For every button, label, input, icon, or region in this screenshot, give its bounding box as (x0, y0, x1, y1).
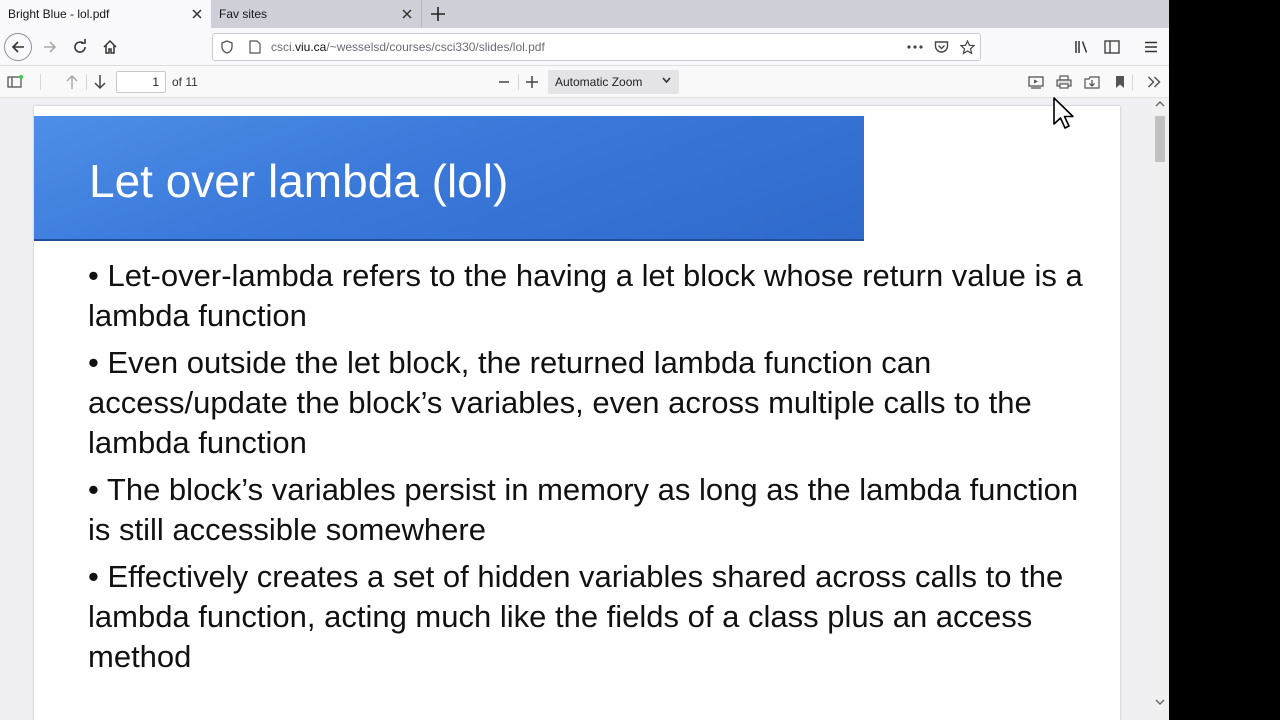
forward-button[interactable] (36, 33, 64, 61)
home-icon (103, 39, 117, 54)
url-text[interactable]: csci.viu.ca/~wesselsd/courses/csci330/sl… (269, 40, 902, 54)
arrow-left-icon (11, 41, 24, 53)
vertical-scrollbar[interactable] (1151, 98, 1169, 720)
slide-bullets: • Let-over-lambda refers to the having a… (88, 256, 1098, 684)
pocket-icon[interactable] (928, 40, 954, 54)
pdf-page: Let over lambda (lol) • Let-over-lambda … (34, 106, 1120, 720)
zoom-in-button[interactable] (518, 68, 546, 96)
bullet-item: • Let-over-lambda refers to the having a… (88, 258, 1083, 333)
bullet-item: • Even outside the let block, the return… (88, 345, 1032, 460)
arrow-right-icon (44, 41, 57, 53)
page-number-input[interactable]: 1 (116, 71, 166, 93)
pdf-toolbar: 1 of 11 Automatic Zoom (0, 66, 1169, 98)
home-button[interactable] (96, 33, 124, 61)
bookmark-button[interactable] (1106, 68, 1134, 96)
sidebar-button[interactable] (1098, 33, 1126, 61)
zoom-select[interactable]: Automatic Zoom (548, 70, 679, 94)
tab-title: Bright Blue - lol.pdf (8, 7, 110, 21)
sidebar-toggle-icon (7, 75, 23, 88)
sidebar-icon (1104, 40, 1120, 54)
url-host: viu.ca (295, 40, 327, 54)
hamburger-icon (1145, 41, 1157, 53)
arrow-down-icon (94, 75, 106, 90)
more-icon[interactable] (902, 45, 928, 49)
close-icon[interactable] (183, 0, 211, 28)
download-icon (1084, 76, 1100, 89)
separator (40, 74, 41, 90)
scroll-down-icon[interactable] (1155, 698, 1165, 708)
menu-button[interactable] (1137, 33, 1165, 61)
star-icon[interactable] (954, 39, 980, 55)
bullet-item: • Effectively creates a set of hidden va… (88, 559, 1064, 674)
mouse-cursor-icon (1053, 97, 1074, 129)
pdf-viewer[interactable]: Let over lambda (lol) • Let-over-lambda … (0, 98, 1169, 720)
plus-icon (431, 7, 445, 21)
zoom-out-button[interactable] (490, 68, 518, 96)
shield-icon[interactable] (213, 40, 241, 54)
url-prefix: csci. (271, 40, 295, 54)
scrollbar-thumb[interactable] (1155, 116, 1165, 162)
url-path: /~wesselsd/courses/csci330/slides/lol.pd… (326, 40, 545, 54)
print-button[interactable] (1050, 68, 1078, 96)
plus-icon (526, 76, 538, 88)
minus-icon (499, 81, 509, 83)
reload-icon (74, 39, 86, 53)
page-icon[interactable] (241, 40, 269, 54)
arrow-up-icon (66, 74, 78, 89)
zoom-select-value: Automatic Zoom (555, 75, 643, 89)
library-icon (1075, 41, 1088, 53)
bookmark-icon (1116, 76, 1124, 88)
library-button[interactable] (1068, 33, 1096, 61)
tab-lol-pdf[interactable]: Bright Blue - lol.pdf (0, 0, 211, 28)
previous-page-button[interactable] (58, 68, 86, 96)
close-icon[interactable] (393, 0, 421, 28)
save-button[interactable] (1078, 68, 1106, 96)
back-button[interactable] (4, 33, 32, 61)
print-icon (1056, 75, 1072, 89)
reload-button[interactable] (66, 33, 94, 61)
slide-title-banner: Let over lambda (lol) (34, 116, 864, 241)
page-count: of 11 (172, 75, 198, 89)
chevron-down-icon (662, 73, 671, 90)
new-tab-button[interactable] (424, 0, 452, 28)
chevron-double-right-icon (1147, 76, 1161, 88)
separator (1132, 74, 1133, 90)
tools-button[interactable] (1140, 68, 1168, 96)
url-bar[interactable]: csci.viu.ca/~wesselsd/courses/csci330/sl… (212, 33, 981, 61)
tab-strip: Bright Blue - lol.pdf Fav sites (0, 0, 1169, 28)
scroll-up-icon[interactable] (1155, 100, 1165, 110)
presentation-mode-button[interactable] (1022, 68, 1050, 96)
next-page-button[interactable] (86, 68, 114, 96)
browser-window: Bright Blue - lol.pdf Fav sites csci.viu… (0, 0, 1169, 720)
sidebar-toggle-button[interactable] (1, 68, 29, 96)
presentation-icon (1028, 76, 1044, 89)
bullet-item: • The block’s variables persist in memor… (88, 472, 1079, 547)
tab-fav-sites[interactable]: Fav sites (211, 0, 422, 28)
slide-title: Let over lambda (lol) (89, 155, 509, 207)
tab-title: Fav sites (219, 7, 268, 21)
nav-bar: csci.viu.ca/~wesselsd/courses/csci330/sl… (0, 28, 1169, 66)
